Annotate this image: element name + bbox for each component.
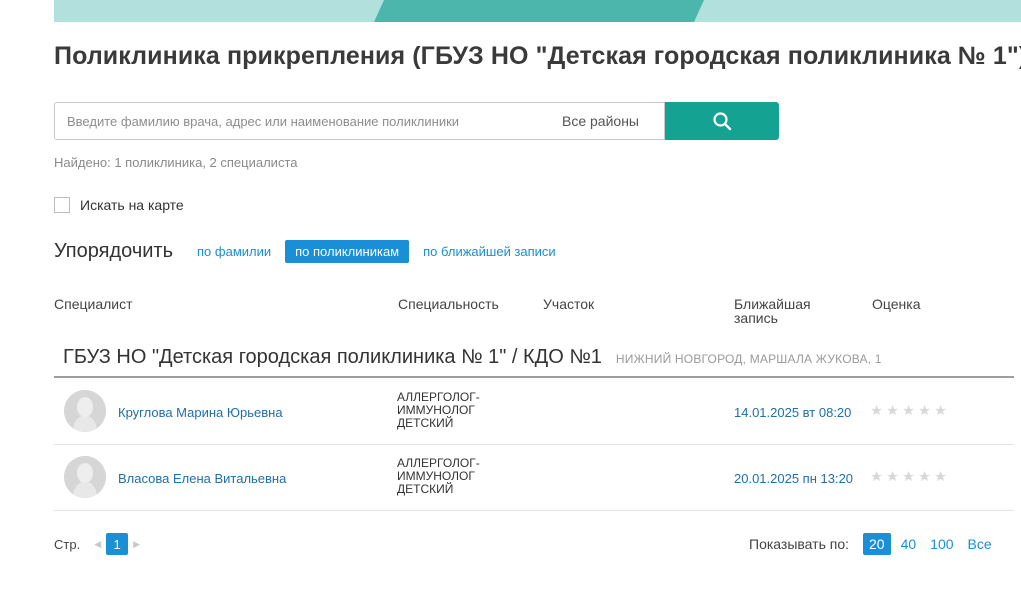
doctor-specialty: АЛЛЕРГОЛОГ- ИММУНОЛОГ ДЕТСКИЙ [397, 457, 517, 496]
star-icon [935, 405, 946, 416]
rating-stars [870, 404, 947, 417]
nearest-appointment-link[interactable]: 20.01.2025 пн 13:20 [734, 471, 853, 486]
header-nearest: Ближайшая запись [734, 296, 811, 326]
star-icon [935, 471, 946, 482]
sort-by-surname[interactable]: по фамилии [197, 244, 271, 259]
pagination-label: Стр. [54, 536, 81, 552]
prev-page-icon[interactable]: ◀ [94, 539, 101, 550]
search-bar: Все районы [54, 102, 779, 140]
sort-bar: Упорядочить по фамилии по поликлиникам п… [54, 240, 570, 263]
sort-by-clinic[interactable]: по поликлиникам [285, 240, 410, 263]
rating-stars [870, 470, 947, 483]
star-icon [871, 471, 882, 482]
per-page-selector: Показывать по: 20 40 100 Все [749, 533, 992, 555]
doctor-name-link[interactable]: Круглова Марина Юрьевна [118, 405, 283, 420]
specialty-line: ДЕТСКИЙ [397, 416, 454, 430]
person-icon [64, 456, 106, 498]
header-specialty: Специальность [398, 296, 499, 312]
star-icon [919, 471, 930, 482]
avatar [64, 456, 106, 498]
avatar [64, 390, 106, 432]
search-button[interactable] [665, 102, 779, 140]
map-search-toggle[interactable]: Искать на карте [54, 197, 184, 213]
current-page-button[interactable]: 1 [106, 533, 129, 555]
clinic-address: НИЖНИЙ НОВГОРОД, МАРШАЛА ЖУКОВА, 1 [615, 352, 882, 366]
specialty-line: ДЕТСКИЙ [397, 482, 454, 496]
star-icon [903, 405, 914, 416]
search-input[interactable] [55, 103, 556, 139]
doctor-specialty: АЛЛЕРГОЛОГ- ИММУНОЛОГ ДЕТСКИЙ [397, 391, 517, 430]
top-tab-strip [54, 0, 1021, 22]
star-icon [871, 405, 882, 416]
star-icon [903, 471, 914, 482]
map-checkbox[interactable] [54, 197, 70, 213]
found-count: Найдено: 1 поликлиника, 2 специалиста [54, 155, 298, 170]
page-title: Поликлиника прикрепления (ГБУЗ НО "Детск… [54, 42, 1021, 70]
header-district: Участок [543, 296, 595, 312]
header-rating: Оценка [872, 296, 921, 312]
map-checkbox-label: Искать на карте [80, 197, 184, 213]
clinic-group-header: ГБУЗ НО "Детская городская поликлиника №… [54, 346, 1014, 378]
nearest-appointment-link[interactable]: 14.01.2025 вт 08:20 [734, 405, 851, 420]
star-icon [887, 471, 898, 482]
search-icon [713, 112, 732, 131]
doctor-name-link[interactable]: Власова Елена Витальевна [118, 471, 286, 486]
per-page-40[interactable]: 40 [901, 536, 917, 552]
star-icon [887, 405, 898, 416]
per-page-label: Показывать по: [749, 536, 850, 552]
sort-by-nearest[interactable]: по ближайшей записи [423, 244, 556, 259]
header-specialist: Специалист [54, 296, 133, 312]
sort-title: Упорядочить [54, 240, 174, 262]
star-icon [919, 405, 930, 416]
district-select[interactable]: Все районы [556, 113, 664, 129]
next-page-icon[interactable]: ▶ [133, 539, 140, 550]
table-row: Власова Елена Витальевна АЛЛЕРГОЛОГ- ИММ… [54, 445, 1014, 511]
clinic-name: ГБУЗ НО "Детская городская поликлиника №… [63, 346, 602, 368]
per-page-all[interactable]: Все [968, 536, 992, 552]
pagination: Стр. ◀ 1 ▶ [54, 533, 145, 555]
active-tab[interactable] [374, 0, 704, 22]
search-box: Все районы [54, 102, 665, 140]
per-page-100[interactable]: 100 [930, 536, 953, 552]
per-page-20[interactable]: 20 [863, 533, 891, 555]
table-row: Круглова Марина Юрьевна АЛЛЕРГОЛОГ- ИММУ… [54, 379, 1014, 445]
person-icon [64, 390, 106, 432]
